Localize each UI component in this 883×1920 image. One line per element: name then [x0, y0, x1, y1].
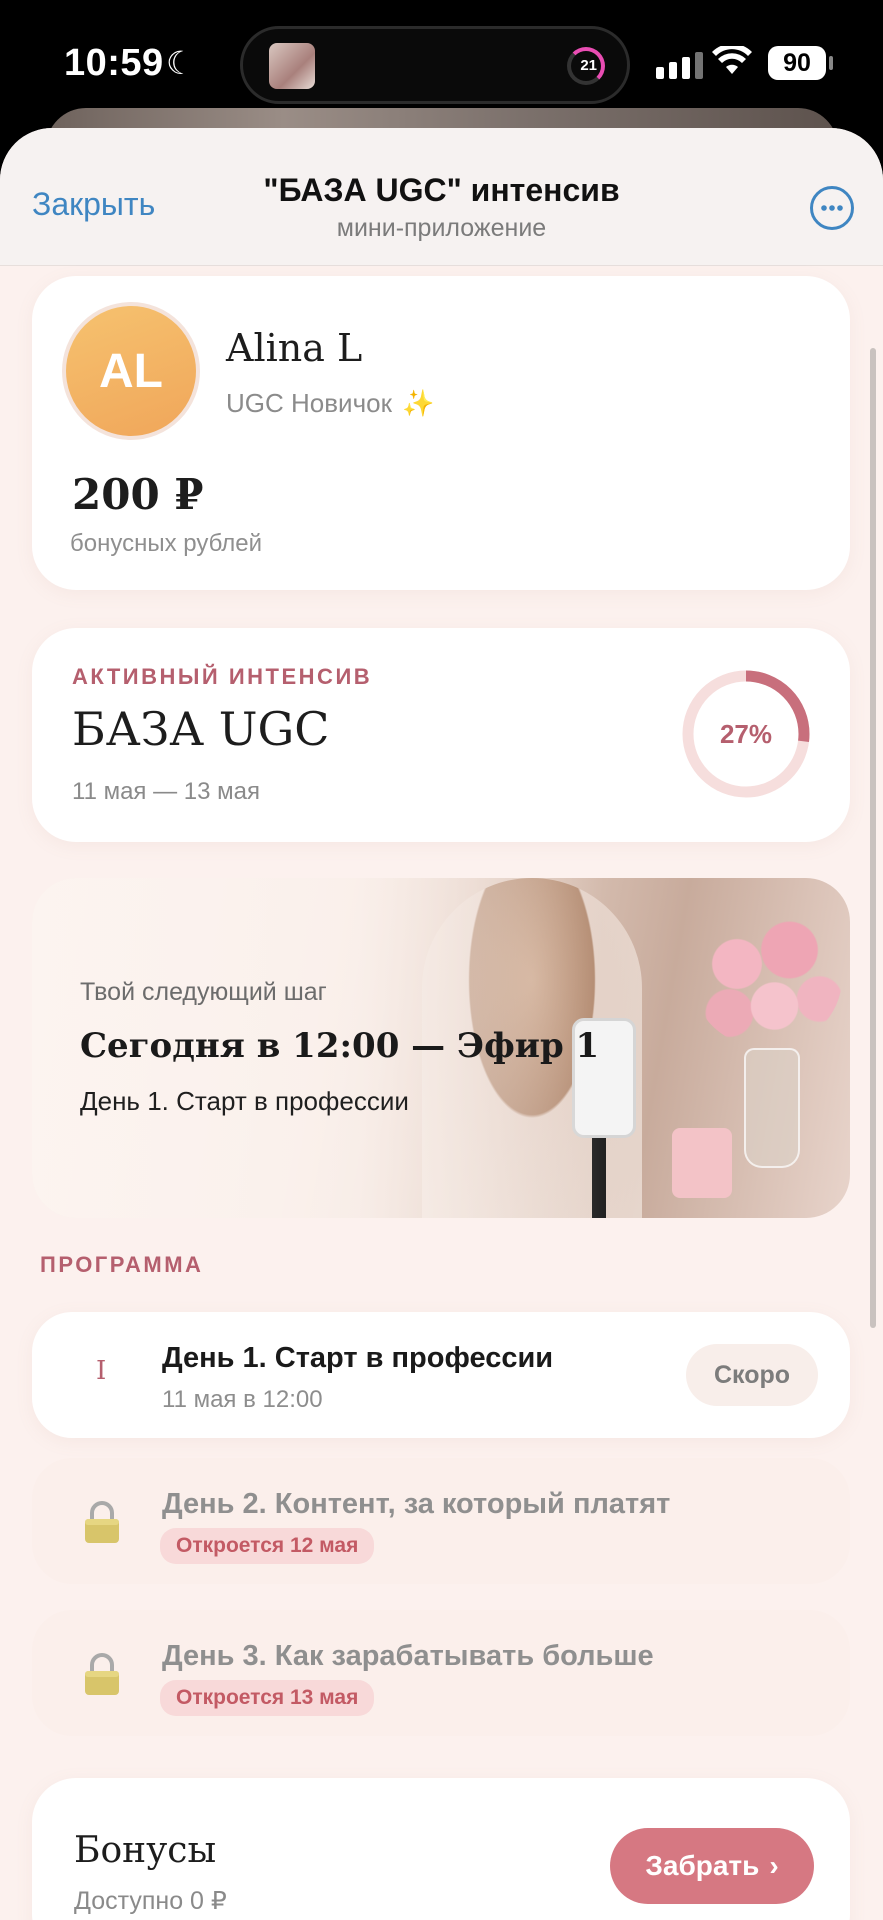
lesson-title: День 3. Как зарабатывать больше — [162, 1640, 654, 1672]
claim-bonus-button[interactable]: Забрать › — [610, 1828, 814, 1904]
media-thumbnail — [269, 43, 315, 89]
lock-icon — [85, 1653, 119, 1695]
bonus-amount: 200 ₽ — [72, 470, 204, 519]
unlock-date-badge: Откроется 13 мая — [160, 1680, 375, 1716]
intensive-title: БАЗА UGC — [72, 702, 330, 756]
mini-app-header: Закрыть "БАЗА UGC" интенсив мини-приложе… — [0, 128, 883, 266]
ellipsis-icon — [821, 205, 843, 211]
active-intensive-card[interactable]: АКТИВНЫЙ ИНТЕНСИВ БАЗА UGC 11 мая — 13 м… — [32, 628, 850, 842]
profile-rank: UGC Новичок ✨ — [226, 388, 434, 419]
avatar: AL — [62, 302, 200, 440]
bonus-label: бонусных рублей — [70, 530, 263, 557]
scrollbar[interactable] — [870, 348, 876, 1328]
lesson-time: 11 мая в 12:00 — [162, 1386, 323, 1413]
bonuses-title: Бонусы — [74, 1830, 217, 1871]
battery-icon: 90 — [768, 46, 826, 80]
bonuses-available: Доступно 0 ₽ — [74, 1887, 227, 1915]
chevron-right-icon: › — [769, 1850, 779, 1881]
next-step-banner[interactable]: Твой следующий шаг Сегодня в 12:00 — Эфи… — [32, 878, 850, 1218]
dynamic-island[interactable]: 21 — [240, 26, 630, 104]
lesson-item-day-1[interactable]: I День 1. Старт в профессии 11 мая в 12:… — [32, 1312, 850, 1438]
moon-icon: ☾ — [166, 45, 195, 81]
wifi-icon — [712, 46, 752, 74]
lesson-number: I — [96, 1356, 107, 1386]
next-step-title: Сегодня в 12:00 — Эфир 1 — [80, 1026, 600, 1066]
bonuses-card: Бонусы Доступно 0 ₽ Забрать › — [32, 1778, 850, 1920]
program-section-label: ПРОГРАММА — [40, 1252, 204, 1277]
more-options-icon[interactable] — [810, 186, 854, 230]
lesson-item-day-3[interactable]: День 3. Как зарабатывать больше Откроетс… — [32, 1610, 850, 1736]
lesson-title: День 1. Старт в профессии — [162, 1342, 554, 1374]
lock-icon — [85, 1501, 119, 1543]
profile-name: Alina L — [226, 326, 363, 370]
claim-button-label: Забрать — [645, 1850, 760, 1881]
next-step-subtitle: День 1. Старт в профессии — [80, 1086, 409, 1116]
battery-nub — [829, 56, 833, 70]
status-time: 10:59 — [64, 42, 164, 84]
cellular-signal-icon — [656, 52, 703, 79]
mini-app-sheet: Закрыть "БАЗА UGC" интенсив мини-приложе… — [0, 128, 883, 1920]
sparkles-icon: ✨ — [401, 388, 435, 418]
lesson-item-day-2[interactable]: День 2. Контент, за который платят Откро… — [32, 1458, 850, 1584]
intensive-dates: 11 мая — 13 мая — [72, 778, 260, 805]
lesson-title: День 2. Контент, за который платят — [162, 1488, 671, 1520]
lesson-status-button[interactable]: Скоро — [686, 1344, 818, 1406]
next-step-kicker: Твой следующий шаг — [80, 978, 327, 1006]
progress-label: 27% — [719, 718, 773, 749]
profile-card: AL Alina L UGC Новичок ✨ 200 ₽ бонусных р… — [32, 276, 850, 590]
app-title: "БАЗА UGC" интенсив — [263, 172, 620, 208]
app-subtitle: мини-приложение — [336, 214, 547, 242]
intensive-kicker: АКТИВНЫЙ ИНТЕНСИВ — [72, 664, 373, 689]
unlock-date-badge: Откроется 12 мая — [160, 1528, 375, 1564]
island-count: 21 — [580, 57, 597, 74]
rank-label: UGC Новичок — [226, 388, 392, 418]
